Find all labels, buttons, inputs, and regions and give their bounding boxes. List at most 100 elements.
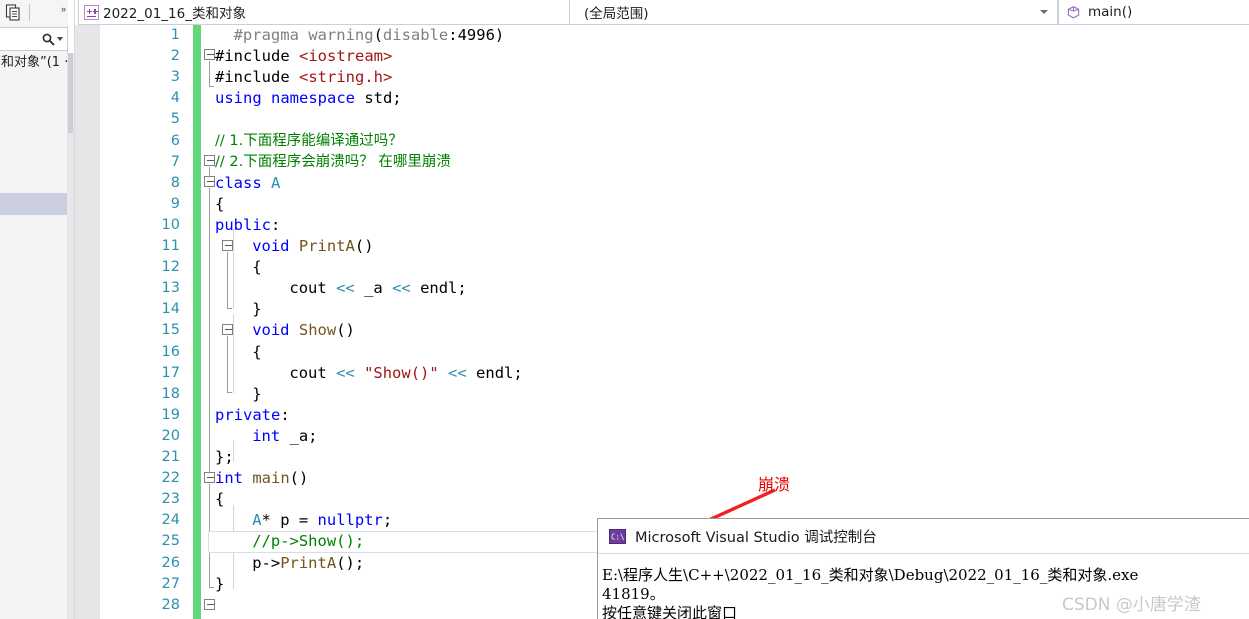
editor-tab-strip: 2022_01_16_类和对象 (全局范围) main()	[75, 0, 1249, 25]
code-line[interactable]: 19 private:	[100, 405, 1249, 426]
copy-document-icon[interactable]	[4, 3, 24, 23]
code-text[interactable]: cout << _a << endl;	[289, 278, 466, 299]
line-number: 23	[161, 491, 180, 508]
overflow-chevrons-icon[interactable]: »	[61, 4, 66, 14]
annotation-label: 崩溃	[758, 475, 791, 494]
code-token: <<	[336, 279, 365, 298]
code-text[interactable]: #include <iostream>	[215, 46, 392, 67]
panel-scrollbar-thumb[interactable]	[68, 53, 73, 133]
code-token: {	[215, 490, 225, 509]
code-token: <<	[392, 279, 421, 298]
member-dropdown[interactable]: main()	[1058, 0, 1249, 25]
code-token: :	[280, 405, 290, 424]
code-line[interactable]: 8 class A	[100, 173, 1249, 194]
code-token: ();	[336, 553, 365, 572]
svg-text:C:\: C:\	[611, 532, 625, 541]
code-token: _a;	[289, 426, 318, 445]
code-line[interactable]: 3 #include <string.h>	[100, 67, 1249, 88]
tree-selected-row[interactable]	[0, 193, 67, 215]
line-number: 8	[170, 174, 180, 191]
code-text[interactable]: {	[215, 489, 224, 510]
code-text[interactable]: A* p = nullptr;	[252, 510, 392, 531]
line-number: 2	[170, 48, 180, 65]
code-token: void	[252, 321, 299, 340]
line-number: 26	[161, 554, 180, 571]
code-token: int	[215, 469, 253, 488]
code-text[interactable]: // 2.下面程序会崩溃吗？ 在哪里崩溃	[215, 152, 451, 173]
code-text[interactable]: using namespace std;	[215, 88, 402, 109]
solution-tree[interactable]: 和对象”(1 ·	[0, 53, 67, 619]
tree-item-project[interactable]: 和对象”(1 ·	[0, 53, 67, 72]
code-line[interactable]: 5	[100, 109, 1249, 130]
chevron-down-icon[interactable]	[57, 37, 63, 41]
code-line[interactable]: 1 #pragma warning(disable:4996)	[100, 25, 1249, 46]
code-token: disable	[382, 26, 449, 44]
console-titlebar[interactable]: C:\ Microsoft Visual Studio 调试控制台	[598, 519, 1249, 553]
chevron-down-icon[interactable]	[1040, 10, 1048, 14]
code-text[interactable]: }	[252, 384, 261, 405]
code-line[interactable]: 7 // 2.下面程序会崩溃吗？ 在哪里崩溃	[100, 152, 1249, 173]
code-token: _a	[364, 279, 393, 298]
code-line[interactable]: 13 cout << _a << endl;	[100, 278, 1249, 299]
code-line[interactable]: 18}	[100, 384, 1249, 405]
panel-edge-line	[74, 0, 75, 619]
code-text[interactable]: class A	[215, 173, 280, 194]
code-text[interactable]: // 1.下面程序能编译通过吗？	[215, 131, 403, 152]
document-tab-active[interactable]: 2022_01_16_类和对象	[78, 0, 593, 25]
code-line[interactable]: 17 cout << "Show()" << endl;	[100, 363, 1249, 384]
code-line[interactable]: 6 // 1.下面程序能编译通过吗？	[100, 131, 1249, 152]
panel-search-box[interactable]	[0, 27, 68, 51]
code-text[interactable]: public:	[215, 215, 280, 236]
code-text[interactable]: {	[252, 342, 261, 363]
code-token: {	[215, 194, 225, 213]
code-line[interactable]: 12 {	[100, 257, 1249, 278]
code-text[interactable]: }	[215, 574, 224, 595]
code-line[interactable]: 14}	[100, 299, 1249, 320]
code-line[interactable]: 9{	[100, 194, 1249, 215]
code-token: }	[215, 574, 225, 593]
code-token: void	[252, 237, 299, 255]
panel-scrollbar-track[interactable]	[67, 53, 74, 619]
code-text[interactable]: #pragma warning(disable:4996)	[234, 25, 505, 46]
line-number: 9	[170, 195, 180, 212]
code-token: 4996	[457, 26, 495, 44]
scope-dropdown[interactable]: (全局范围)	[569, 0, 1058, 25]
code-token: endl;	[420, 279, 467, 298]
code-token: // 2.下面程序会崩溃吗？ 在哪里崩溃	[215, 153, 451, 170]
code-text[interactable]: {	[215, 194, 224, 215]
code-text[interactable]: void Show()	[252, 320, 355, 341]
code-line[interactable]: 11 void PrintA()	[100, 236, 1249, 257]
code-line[interactable]: 16 {	[100, 342, 1249, 363]
search-icon[interactable]	[41, 32, 56, 47]
code-text[interactable]: void PrintA()	[252, 236, 373, 257]
line-number: 12	[161, 259, 180, 276]
line-number: 10	[161, 216, 180, 233]
code-text[interactable]: };	[215, 447, 234, 468]
line-number: 19	[161, 406, 180, 423]
code-line[interactable]: 21};	[100, 447, 1249, 468]
code-text[interactable]: #include <string.h>	[215, 67, 392, 88]
code-line[interactable]: 10 public:	[100, 215, 1249, 236]
code-line[interactable]: 15 void Show()	[100, 320, 1249, 341]
code-text[interactable]: private:	[215, 405, 290, 426]
code-token: }	[252, 384, 262, 403]
code-text[interactable]: //p->Show();	[252, 531, 364, 552]
code-token: int	[252, 426, 290, 445]
code-text[interactable]: int main()	[215, 468, 308, 489]
code-text[interactable]: int _a;	[252, 426, 317, 447]
code-token: };	[215, 448, 234, 466]
code-text[interactable]: cout << "Show()" << endl;	[289, 363, 522, 384]
toolbar-divider	[29, 4, 30, 21]
code-text[interactable]: {	[252, 257, 261, 278]
code-line[interactable]: 4 using namespace std;	[100, 88, 1249, 109]
code-line[interactable]: 2 #include <iostream>	[100, 46, 1249, 67]
code-line[interactable]: 20 int _a;	[100, 426, 1249, 447]
document-tab-label: 2022_01_16_类和对象	[103, 6, 246, 22]
code-text[interactable]: }	[252, 299, 261, 320]
code-token: A	[271, 173, 281, 192]
code-text[interactable]: p->PrintA();	[252, 553, 364, 574]
code-token: <iostream>	[299, 47, 393, 66]
csdn-watermark: CSDN @小唐学渣	[1062, 595, 1201, 615]
code-token: PrintA	[298, 237, 355, 255]
member-dropdown-label: main()	[1088, 4, 1133, 20]
